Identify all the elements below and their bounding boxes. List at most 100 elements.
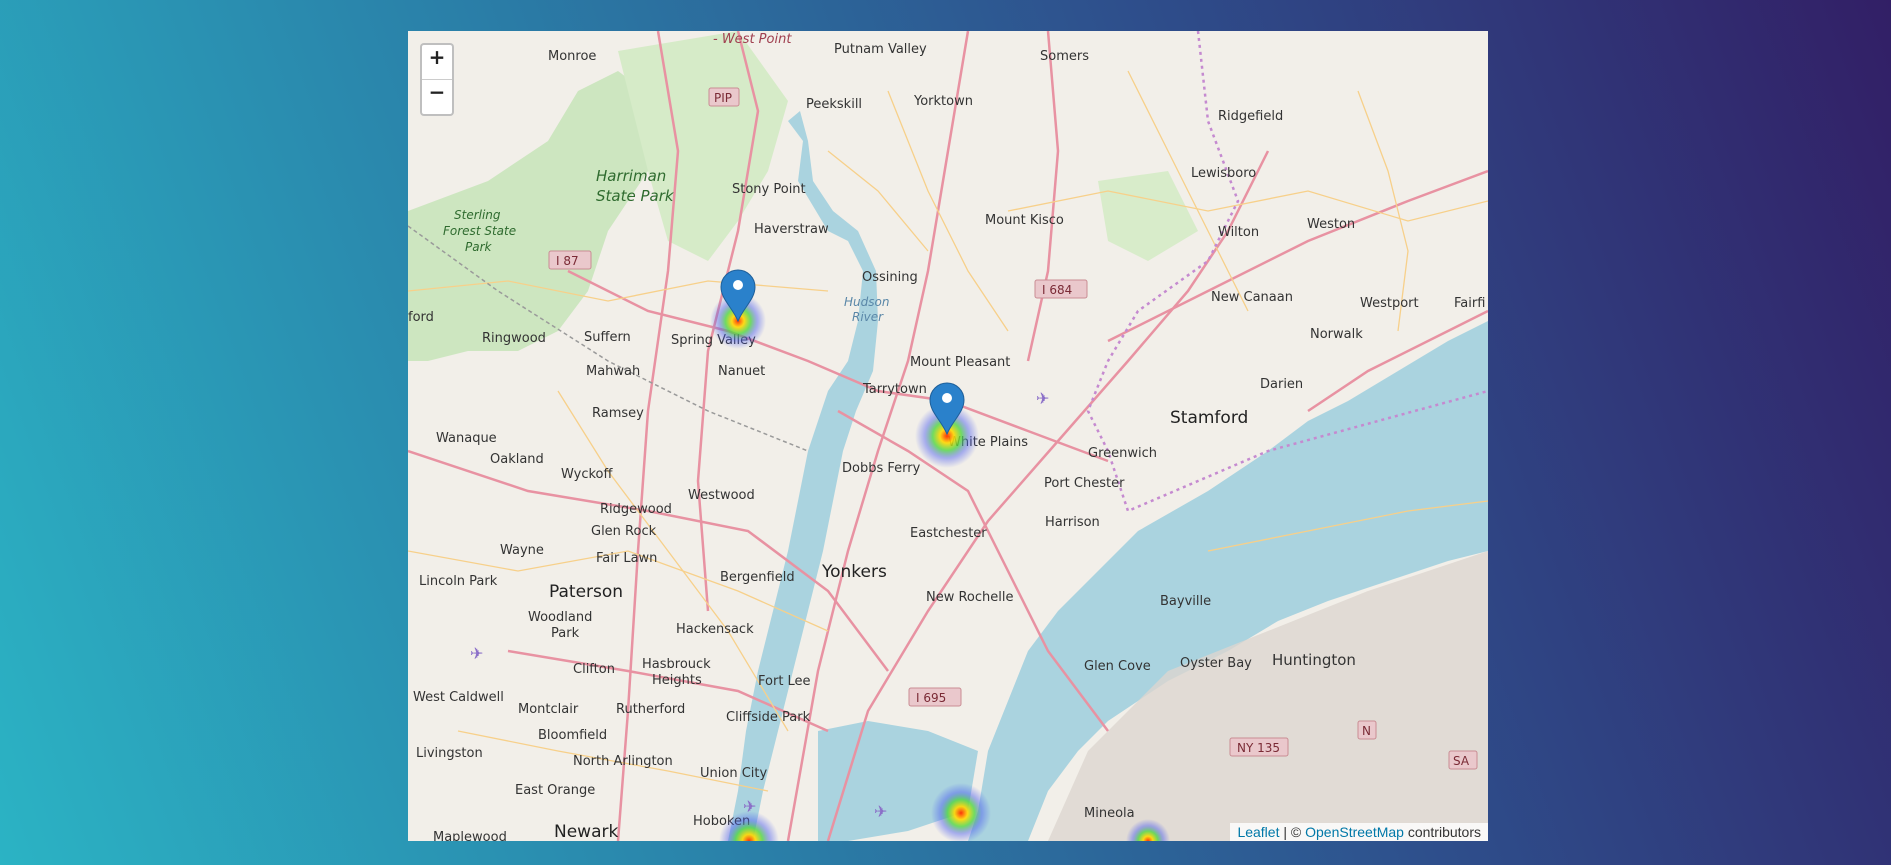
place-label: Livingston: [416, 746, 483, 761]
place-label: Oakland: [490, 452, 544, 467]
place-label: Park: [465, 240, 493, 254]
zoom-out-button[interactable]: −: [422, 79, 452, 114]
airport-icon: ✈: [874, 802, 887, 821]
place-label: Mount Kisco: [985, 213, 1064, 228]
route-shield-sa: SA: [1448, 750, 1478, 770]
svg-text:PIP: PIP: [714, 91, 732, 105]
place-label: Newark: [554, 822, 618, 841]
place-label: Putnam Valley: [834, 42, 927, 57]
water-label: Hudson: [844, 295, 889, 309]
map-tiles[interactable]: ✈ ✈ ✈ ✈ - West Point Putnam Valley Somer…: [408, 31, 1488, 841]
place-label: Peekskill: [806, 97, 862, 112]
place-label: Harriman: [596, 167, 666, 185]
place-label: Paterson: [549, 582, 623, 602]
place-label: State Park: [596, 187, 675, 205]
place-label: Harrison: [1045, 515, 1100, 530]
heatmap-spot-icon: [931, 783, 991, 841]
place-label: Monroe: [548, 49, 596, 64]
place-label: Glen Cove: [1084, 659, 1151, 674]
route-shield-n: N: [1357, 720, 1377, 740]
place-label: Bayville: [1160, 594, 1211, 609]
openstreetmap-link[interactable]: OpenStreetMap: [1305, 824, 1404, 840]
place-label: Weston: [1307, 217, 1355, 232]
attribution-suffix: contributors: [1403, 824, 1481, 840]
route-shield-ny135: NY 135: [1229, 737, 1289, 757]
place-label: Park: [551, 626, 580, 641]
place-label: Yonkers: [821, 562, 887, 582]
place-label: Fairfi: [1454, 296, 1485, 311]
place-label: Hasbrouck: [642, 657, 711, 672]
place-label: Lewisboro: [1191, 166, 1256, 181]
place-label: Ramsey: [592, 406, 644, 421]
place-label: West Caldwell: [413, 690, 504, 705]
place-label: Mahwah: [586, 364, 640, 379]
place-label: - West Point: [713, 32, 792, 47]
airport-icon: ✈: [470, 644, 483, 663]
attribution-separator: | ©: [1279, 824, 1306, 840]
leaflet-link[interactable]: Leaflet: [1237, 824, 1279, 840]
svg-text:I 695: I 695: [916, 691, 946, 705]
svg-text:I 87: I 87: [556, 254, 579, 268]
place-label: Westport: [1360, 296, 1419, 311]
place-label: Norwalk: [1310, 327, 1363, 342]
place-label: Montclair: [518, 702, 579, 717]
place-label: New Rochelle: [926, 590, 1014, 605]
zoom-control: + −: [420, 43, 454, 116]
place-label: Nanuet: [718, 364, 765, 379]
park-area: [1098, 171, 1198, 261]
place-label: Sterling: [454, 208, 501, 222]
place-label: Port Chester: [1044, 476, 1125, 491]
airport-icon: ✈: [1036, 389, 1049, 408]
place-label: Fort Lee: [758, 674, 811, 689]
water-label: River: [852, 310, 884, 324]
place-label: Suffern: [584, 330, 631, 345]
route-shield-pip: PIP: [708, 87, 740, 107]
place-label: Ossining: [862, 270, 918, 285]
place-label: Heights: [652, 673, 702, 688]
place-label: Oyster Bay: [1180, 656, 1252, 671]
place-label: Somers: [1040, 49, 1089, 64]
place-label: Bloomfield: [538, 728, 607, 743]
place-label: Eastchester: [910, 526, 987, 541]
place-label: Maplewood: [433, 830, 507, 841]
svg-text:I 684: I 684: [1042, 283, 1072, 297]
place-label: Mount Pleasant: [910, 355, 1010, 370]
zoom-in-button[interactable]: +: [422, 45, 452, 79]
map-attribution: Leaflet | © OpenStreetMap contributors: [1230, 823, 1488, 841]
place-label: Cliffside Park: [726, 710, 811, 725]
place-label: Woodland: [528, 610, 592, 625]
place-label: Greenwich: [1088, 446, 1157, 461]
place-label: Stamford: [1170, 408, 1248, 428]
place-label: Lincoln Park: [419, 574, 498, 589]
map-container[interactable]: ✈ ✈ ✈ ✈ - West Point Putnam Valley Somer…: [408, 31, 1488, 841]
route-shield-i695: I 695: [908, 687, 962, 707]
place-label: Darien: [1260, 377, 1303, 392]
place-label: Yorktown: [913, 94, 973, 109]
place-label: Clifton: [573, 662, 615, 677]
place-label: Wilton: [1218, 225, 1259, 240]
route-shield-i684: I 684: [1034, 279, 1088, 299]
place-label: Forest State: [443, 224, 516, 238]
place-label: East Orange: [515, 783, 595, 798]
place-label: Wanaque: [436, 431, 497, 446]
place-label: Stony Point: [732, 182, 806, 197]
svg-text:NY 135: NY 135: [1237, 741, 1280, 755]
place-label: Bergenfield: [720, 570, 795, 585]
svg-text:N: N: [1362, 724, 1371, 738]
place-label: Haverstraw: [754, 222, 829, 237]
place-label: Rutherford: [616, 702, 685, 717]
place-label: Wayne: [500, 543, 544, 558]
place-label: Hackensack: [676, 622, 754, 637]
place-label: Ridgewood: [600, 502, 672, 517]
place-label: Tarrytown: [862, 382, 927, 397]
place-label: Huntington: [1272, 651, 1356, 669]
route-shield-i87: I 87: [548, 250, 592, 270]
place-label: Wyckoff: [561, 467, 613, 482]
place-label: Ridgefield: [1218, 109, 1283, 124]
place-label: ford: [408, 310, 434, 325]
place-label: Glen Rock: [591, 524, 657, 539]
place-label: Union City: [700, 766, 767, 781]
place-label: Fair Lawn: [596, 551, 657, 566]
place-label: Westwood: [688, 488, 755, 503]
place-label: Ringwood: [482, 331, 546, 346]
